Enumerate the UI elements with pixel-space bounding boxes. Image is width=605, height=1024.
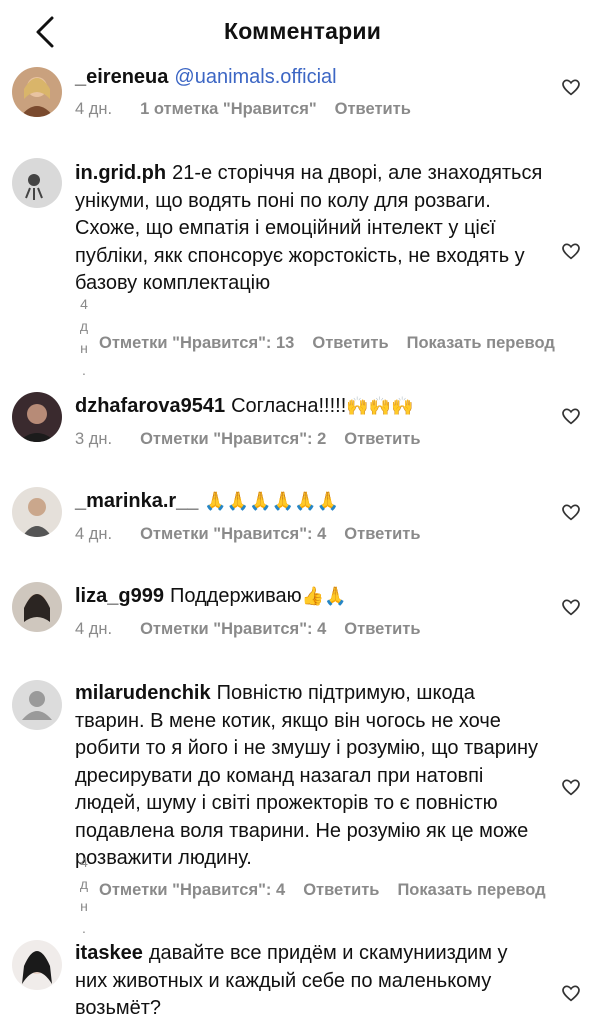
comment-body: Согласна!!!!! — [231, 395, 347, 417]
comment-date: 4 дн. — [75, 525, 113, 543]
translate-button[interactable]: Показать перевод — [407, 334, 555, 352]
avatar[interactable] — [12, 680, 62, 730]
header-bar: Комментарии — [0, 0, 605, 62]
likes-count[interactable]: Отметки "Нравится": 4 — [99, 881, 285, 899]
comment-date: 4 д н . — [79, 296, 89, 378]
comment-username[interactable]: in.grid.ph — [75, 162, 166, 184]
heart-outline-icon[interactable] — [561, 778, 581, 796]
reply-button[interactable]: Ответить — [303, 881, 379, 899]
comment-text: dzhafarova9541 Согласна!!!!!🙌🙌🙌 — [75, 393, 545, 421]
likes-count[interactable]: Отметки "Нравится": 2 — [140, 430, 326, 448]
comment-meta: 3 дн. Отметки "Нравится": 2 Ответить — [75, 430, 439, 449]
avatar[interactable] — [12, 158, 62, 208]
comment-body: Поддерживаю — [169, 585, 302, 607]
comment-meta: 4 дн. Отметки "Нравится": 4 Ответить — [75, 525, 439, 544]
avatar[interactable] — [12, 392, 62, 442]
comment-text: liza_g999 Поддерживаю👍🙏 — [75, 583, 545, 611]
heart-outline-icon[interactable] — [561, 242, 581, 260]
emoji: 🙏🙏🙏🙏🙏🙏 — [204, 491, 339, 511]
comment-date: 4 дн. — [75, 620, 113, 638]
emoji: 👍🙏 — [301, 586, 347, 606]
comment-date: 4 дн. — [75, 100, 113, 118]
comment-username[interactable]: _marinka.r__ — [75, 490, 198, 512]
heart-outline-icon[interactable] — [561, 503, 581, 521]
reply-button[interactable]: Ответить — [344, 430, 420, 448]
avatar[interactable] — [12, 582, 62, 632]
comment-text: milarudenchik Повністю підтримую, шкода т… — [75, 680, 545, 873]
reply-button[interactable]: Ответить — [344, 525, 420, 543]
comment-date: 4 д н . — [79, 854, 89, 936]
comment-meta: 4 дн. 1 отметка "Нравится" Ответить — [75, 100, 429, 119]
comment-username[interactable]: dzhafarova9541 — [75, 395, 225, 417]
heart-outline-icon[interactable] — [561, 407, 581, 425]
reply-button[interactable]: Ответить — [312, 334, 388, 352]
likes-count[interactable]: Отметки "Нравится": 4 — [140, 620, 326, 638]
comment-username[interactable]: liza_g999 — [75, 585, 164, 607]
likes-count[interactable]: Отметки "Нравится": 4 — [140, 525, 326, 543]
reply-button[interactable]: Ответить — [335, 100, 411, 118]
comment-username[interactable]: itaskee — [75, 942, 143, 964]
heart-outline-icon[interactable] — [561, 78, 581, 96]
comment-text: _marinka.r__ 🙏🙏🙏🙏🙏🙏 — [75, 488, 545, 516]
avatar[interactable] — [12, 67, 62, 117]
comment-username[interactable]: milarudenchik — [75, 682, 211, 704]
mention-link[interactable]: @uanimals.official — [174, 66, 336, 88]
page-title: Комментарии — [223, 18, 382, 44]
comment-text: in.grid.ph 21-е сторіччя на дворі, але зн… — [75, 160, 545, 298]
likes-count[interactable]: Отметки "Нравится": 13 — [99, 334, 294, 352]
heart-outline-icon[interactable] — [561, 598, 581, 616]
comment-date: 3 дн. — [75, 430, 113, 448]
avatar[interactable] — [12, 487, 62, 537]
comment-meta: Отметки "Нравится": 4 Ответить Показать пе… — [99, 881, 564, 900]
reply-button[interactable]: Ответить — [344, 620, 420, 638]
comment-text: _eireneua @uanimals.official — [75, 64, 545, 92]
comment-username[interactable]: _eireneua — [75, 66, 168, 88]
heart-outline-icon[interactable] — [561, 984, 581, 1002]
comment-text: itaskee давайте все придём и скамунииздим… — [75, 940, 545, 1023]
translate-button[interactable]: Показать перевод — [397, 881, 545, 899]
comment-body: Повністю підтримую, шкода тварин. В мене… — [75, 682, 539, 869]
avatar[interactable] — [12, 940, 62, 990]
comment-meta: Отметки "Нравится": 13 Ответить Показать п… — [99, 334, 573, 353]
comment-meta: 4 дн. Отметки "Нравится": 4 Ответить — [75, 620, 439, 639]
likes-count[interactable]: 1 отметка "Нравится" — [140, 100, 317, 118]
emoji: 🙌🙌🙌 — [346, 396, 414, 416]
